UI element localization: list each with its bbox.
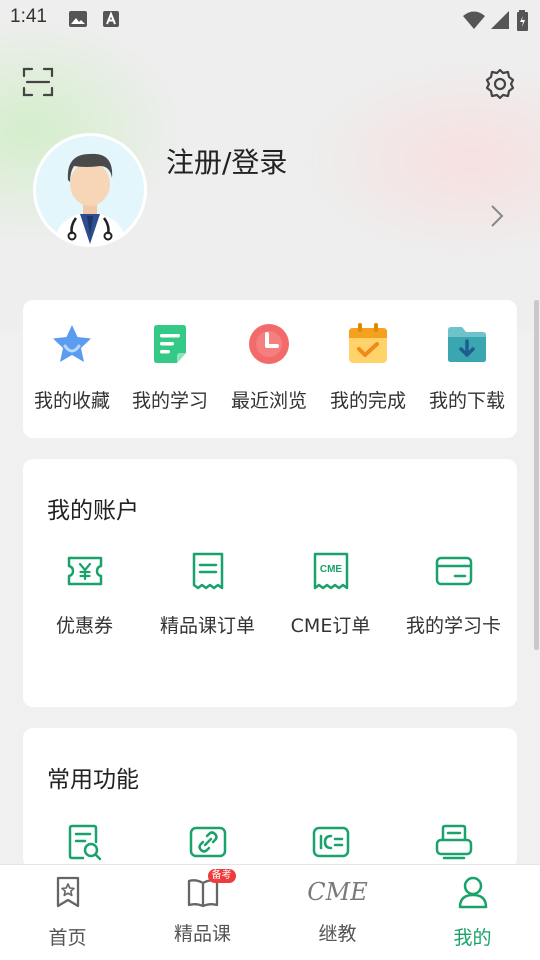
signal-icon xyxy=(491,11,509,29)
link-icon xyxy=(189,826,226,858)
quick-item-study[interactable]: 我的学习 xyxy=(121,322,219,413)
tab-mine[interactable]: 我的 xyxy=(405,875,540,950)
bottom-tab-bar: 首页 备考 精品课 CME 继教 我的 xyxy=(0,864,540,960)
common-functions-card: 常用功能 xyxy=(23,728,517,868)
account-item-label: 我的学习卡 xyxy=(405,615,501,637)
function-item-document-search[interactable] xyxy=(23,822,146,866)
study-doc-icon xyxy=(154,325,186,363)
doctor-avatar-icon xyxy=(54,153,126,244)
function-item-printer[interactable] xyxy=(392,822,515,866)
settings-gear-icon[interactable] xyxy=(484,68,516,100)
account-item-label: 优惠券 xyxy=(55,615,113,637)
account-item-cme-orders[interactable]: CME CME订单 xyxy=(269,551,392,638)
person-icon xyxy=(458,876,487,909)
receipt-icon xyxy=(192,552,223,590)
clock-icon xyxy=(249,324,289,364)
functions-section-title: 常用功能 xyxy=(47,767,139,793)
quick-item-favorites[interactable]: 我的收藏 xyxy=(23,322,121,413)
tab-label: 首页 xyxy=(48,927,87,949)
login-register-link[interactable]: 注册/登录 xyxy=(166,141,287,181)
page-scrollbar[interactable] xyxy=(534,300,539,650)
chevron-right-icon[interactable] xyxy=(488,202,506,230)
star-icon xyxy=(53,325,91,362)
card-icon xyxy=(435,556,472,586)
function-item-ic-card[interactable] xyxy=(269,822,392,866)
quick-item-label: 我的收藏 xyxy=(33,390,110,412)
quick-actions-card: 我的收藏 我的学习 最近浏览 我的完成 我的下载 xyxy=(23,300,517,438)
cme-logo: CME xyxy=(307,878,368,906)
quick-item-recent[interactable]: 最近浏览 xyxy=(220,322,318,413)
status-bar: 1:41 xyxy=(0,0,540,38)
ic-card-icon xyxy=(312,826,349,858)
account-item-label: CME订单 xyxy=(290,615,371,637)
exam-prep-badge: 备考 xyxy=(207,869,236,883)
coupon-icon xyxy=(67,556,102,586)
account-item-coupon[interactable]: 优惠券 xyxy=(23,551,146,638)
calendar-check-icon xyxy=(349,323,387,363)
account-item-course-orders[interactable]: 精品课订单 xyxy=(146,551,269,638)
quick-item-label: 我的下载 xyxy=(428,390,505,412)
image-notification-icon xyxy=(69,11,87,27)
quick-item-label: 最近浏览 xyxy=(230,390,307,412)
account-section-title: 我的账户 xyxy=(47,498,139,524)
cme-receipt-icon: CME xyxy=(313,552,348,590)
quick-item-label: 我的完成 xyxy=(329,390,406,412)
account-item-label: 精品课订单 xyxy=(159,615,255,637)
tab-continuing-education[interactable]: CME 继教 xyxy=(270,875,405,946)
download-folder-icon xyxy=(448,327,486,362)
document-search-icon xyxy=(68,824,101,861)
battery-icon xyxy=(517,10,528,31)
quick-item-label: 我的学习 xyxy=(131,390,208,412)
tab-label: 继教 xyxy=(318,923,357,945)
home-bookmark-icon xyxy=(56,876,79,908)
wifi-icon xyxy=(463,11,485,29)
avatar[interactable] xyxy=(33,133,147,247)
tab-label: 精品课 xyxy=(173,923,231,945)
function-item-link[interactable] xyxy=(146,822,269,866)
account-item-study-card[interactable]: 我的学习卡 xyxy=(392,551,515,638)
account-card: 我的账户 优惠券 精品课订单 CME CME订单 我的学习卡 xyxy=(23,459,517,707)
status-time: 1:41 xyxy=(10,6,47,27)
quick-item-downloads[interactable]: 我的下载 xyxy=(418,322,516,413)
cme-icon-text: CME xyxy=(319,564,342,575)
scan-icon[interactable] xyxy=(22,66,54,98)
tab-label: 我的 xyxy=(453,927,492,949)
quick-item-completed[interactable]: 我的完成 xyxy=(319,322,417,413)
keyboard-notification-icon xyxy=(103,11,119,27)
tab-premium-courses[interactable]: 备考 精品课 xyxy=(135,869,270,946)
tab-home[interactable]: 首页 xyxy=(0,875,135,950)
printer-icon xyxy=(435,824,472,860)
